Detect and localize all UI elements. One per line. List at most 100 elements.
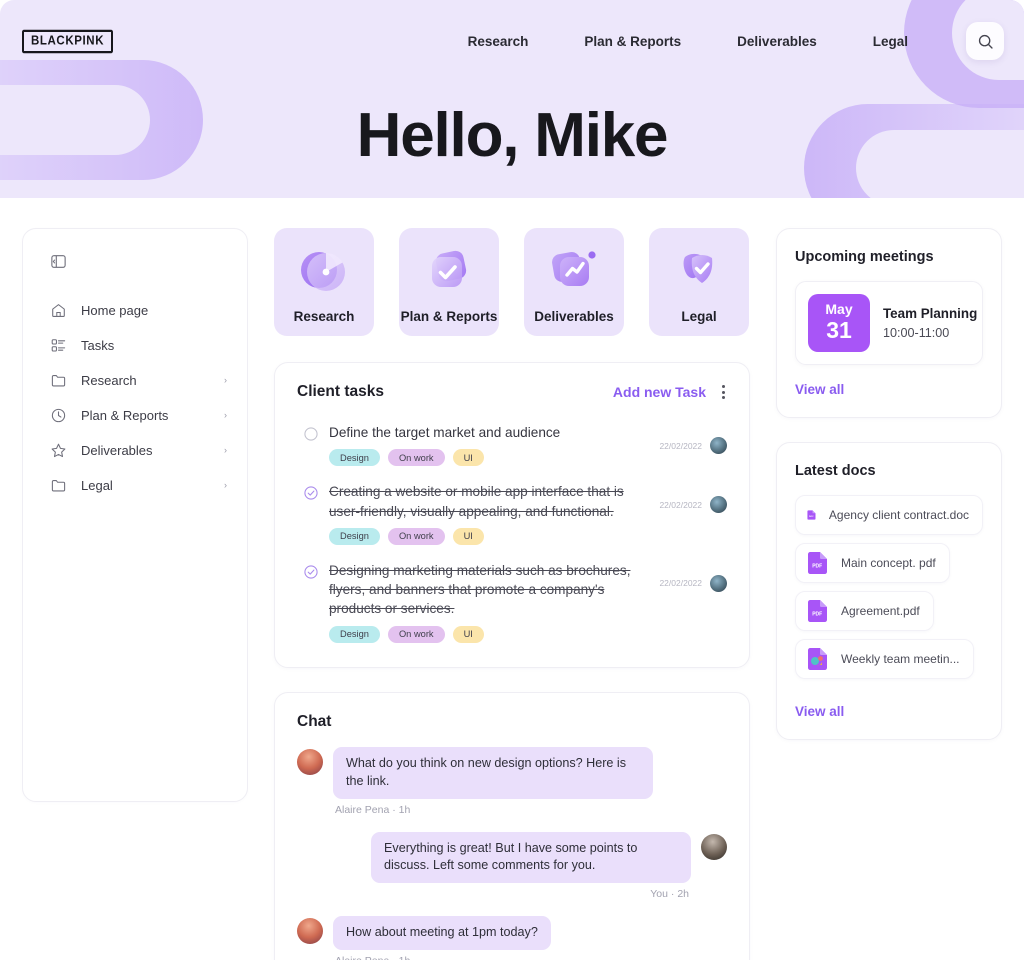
category-card-label: Deliverables bbox=[534, 309, 614, 324]
task-row[interactable]: Creating a website or mobile app interfa… bbox=[297, 476, 727, 555]
nav-item-research[interactable]: Research bbox=[468, 34, 529, 49]
sidebar-item-label: Tasks bbox=[81, 338, 115, 353]
avatar bbox=[297, 748, 323, 775]
sidebar: Home page Tasks Research › Plan & Report… bbox=[22, 228, 248, 802]
shield-check-icon bbox=[683, 253, 713, 283]
tasks-header: Client tasks Add new Task bbox=[297, 383, 727, 401]
meeting-day: 31 bbox=[826, 317, 852, 344]
chat-title: Chat bbox=[297, 712, 332, 730]
checkbox-unchecked-icon[interactable] bbox=[303, 426, 319, 442]
sidebar-item-label: Home page bbox=[81, 303, 149, 318]
svg-text:DOC: DOC bbox=[809, 516, 814, 518]
doc-name: Main concept. pdf bbox=[841, 556, 936, 570]
task-text: Creating a website or mobile app interfa… bbox=[329, 484, 624, 519]
brand-logo[interactable]: BLACKPINK bbox=[22, 29, 114, 53]
meetings-view-all-link[interactable]: View all bbox=[795, 382, 844, 397]
latest-docs-panel: Latest docs DOC Agency client contract.d… bbox=[776, 442, 1002, 740]
tag-design: Design bbox=[329, 449, 380, 467]
avatar bbox=[710, 437, 727, 454]
sidebar-item-label: Legal bbox=[81, 478, 113, 493]
avatar bbox=[710, 574, 727, 592]
task-meta: 22/02/2022 bbox=[659, 437, 727, 454]
sidebar-item-home-page[interactable]: Home page bbox=[23, 293, 247, 328]
doc-item[interactable]: DOC Agency client contract.doc bbox=[795, 495, 983, 535]
doc-item[interactable]: Weekly team meetin... bbox=[795, 639, 974, 679]
task-date: 22/02/2022 bbox=[659, 440, 702, 451]
list-icon bbox=[51, 339, 66, 352]
svg-text:PDF: PDF bbox=[812, 564, 822, 570]
task-body: Creating a website or mobile app interfa… bbox=[329, 482, 659, 545]
chat-panel: Chat What do you think on new design opt… bbox=[274, 691, 750, 960]
category-card-deliverables[interactable]: Deliverables bbox=[524, 228, 624, 336]
kebab-menu-icon[interactable] bbox=[720, 383, 727, 401]
nav-item-deliverables[interactable]: Deliverables bbox=[737, 34, 817, 49]
tag-ui: UI bbox=[452, 449, 484, 467]
sidebar-chevron: › bbox=[224, 410, 227, 420]
task-date: 22/02/2022 bbox=[659, 578, 702, 589]
category-cards: Research Plan & Reports Deliverables Leg… bbox=[274, 228, 750, 336]
category-card-research[interactable]: Research bbox=[274, 228, 374, 336]
docs-view-all-link[interactable]: View all bbox=[795, 704, 844, 719]
avatar bbox=[710, 496, 727, 514]
tag-on-work: On work bbox=[387, 449, 445, 467]
checkbox-checked-icon[interactable] bbox=[303, 485, 319, 501]
category-card-label: Research bbox=[293, 309, 355, 324]
task-meta: 22/02/2022 bbox=[659, 574, 727, 592]
meeting-time: 10:00-11:00 bbox=[883, 326, 950, 340]
sidebar-item-research[interactable]: Research › bbox=[23, 363, 247, 398]
chat-bubble[interactable]: Everything is great! But I have some poi… bbox=[371, 831, 691, 884]
avatar bbox=[297, 918, 323, 945]
tag-on-work: On work bbox=[387, 625, 445, 643]
sidebar-item-plan-reports[interactable]: Plan & Reports › bbox=[23, 398, 247, 433]
tag-design: Design bbox=[329, 527, 380, 545]
upcoming-meetings-panel: Upcoming meetings May 31 Team Planning 1… bbox=[776, 228, 1002, 418]
star-icon bbox=[51, 443, 66, 458]
doc-name: Weekly team meetin... bbox=[841, 652, 960, 666]
svg-text:PDF: PDF bbox=[812, 612, 822, 618]
task-body: Designing marketing materials such as br… bbox=[329, 561, 659, 643]
hero-header: BLACKPINK Research Plan & Reports Delive… bbox=[0, 0, 1024, 198]
pie-chart-icon bbox=[301, 252, 345, 291]
task-row[interactable]: Designing marketing materials such as br… bbox=[297, 555, 727, 653]
tasks-title: Client tasks bbox=[297, 383, 385, 400]
tag-ui: UI bbox=[452, 527, 484, 545]
task-text: Designing marketing materials such as br… bbox=[329, 562, 631, 617]
chat-bubble[interactable]: What do you think on new design options?… bbox=[333, 746, 653, 799]
pdf-file-icon: PDF bbox=[808, 600, 827, 622]
meeting-name: Team Planning bbox=[883, 306, 978, 321]
task-meta: 22/02/2022 bbox=[659, 496, 727, 514]
doc-item[interactable]: PDF Main concept. pdf bbox=[795, 543, 950, 583]
sidebar-collapse-button[interactable] bbox=[23, 253, 247, 293]
client-tasks-panel: Client tasks Add new Task Define the tar… bbox=[274, 362, 750, 668]
checkbox-checked-icon[interactable] bbox=[303, 564, 319, 580]
chat-bubble[interactable]: How about meeting at 1pm today? bbox=[333, 916, 551, 951]
search-icon bbox=[978, 34, 993, 49]
category-card-plan-reports[interactable]: Plan & Reports bbox=[399, 228, 499, 336]
task-row[interactable]: Define the target market and audience De… bbox=[297, 417, 727, 476]
sidebar-item-label: Plan & Reports bbox=[81, 408, 169, 423]
meeting-item[interactable]: May 31 Team Planning 10:00-11:00 bbox=[795, 281, 983, 365]
nav-item-legal[interactable]: Legal bbox=[873, 34, 908, 49]
chat-message-incoming: How about meeting at 1pm today? Alaire P… bbox=[297, 916, 727, 960]
sidebar-item-deliverables[interactable]: Deliverables › bbox=[23, 433, 247, 468]
center-column: Research Plan & Reports Deliverables Leg… bbox=[248, 228, 776, 960]
add-new-task-button[interactable]: Add new Task bbox=[613, 384, 706, 400]
doc-item[interactable]: PDF Agreement.pdf bbox=[795, 591, 934, 631]
folder-icon bbox=[51, 480, 66, 492]
task-date: 22/02/2022 bbox=[659, 499, 702, 510]
sidebar-chevron: › bbox=[224, 375, 227, 385]
sidebar-item-tasks[interactable]: Tasks bbox=[23, 328, 247, 363]
pdf-file-icon: PDF bbox=[808, 552, 827, 574]
navbar: BLACKPINK Research Plan & Reports Delive… bbox=[0, 0, 1024, 82]
category-card-legal[interactable]: Legal bbox=[649, 228, 749, 336]
avatar bbox=[701, 833, 727, 860]
sidebar-item-legal[interactable]: Legal › bbox=[23, 468, 247, 503]
task-tags: Design On work UI bbox=[329, 527, 643, 545]
image-file-icon bbox=[808, 648, 827, 670]
clock-icon bbox=[51, 408, 66, 423]
nav-links: Research Plan & Reports Deliverables Leg… bbox=[468, 34, 908, 49]
search-button[interactable] bbox=[966, 22, 1004, 60]
nav-item-plan-reports[interactable]: Plan & Reports bbox=[584, 34, 681, 49]
page-title: Hello, Mike bbox=[356, 101, 669, 170]
main-content: Home page Tasks Research › Plan & Report… bbox=[0, 198, 1024, 960]
